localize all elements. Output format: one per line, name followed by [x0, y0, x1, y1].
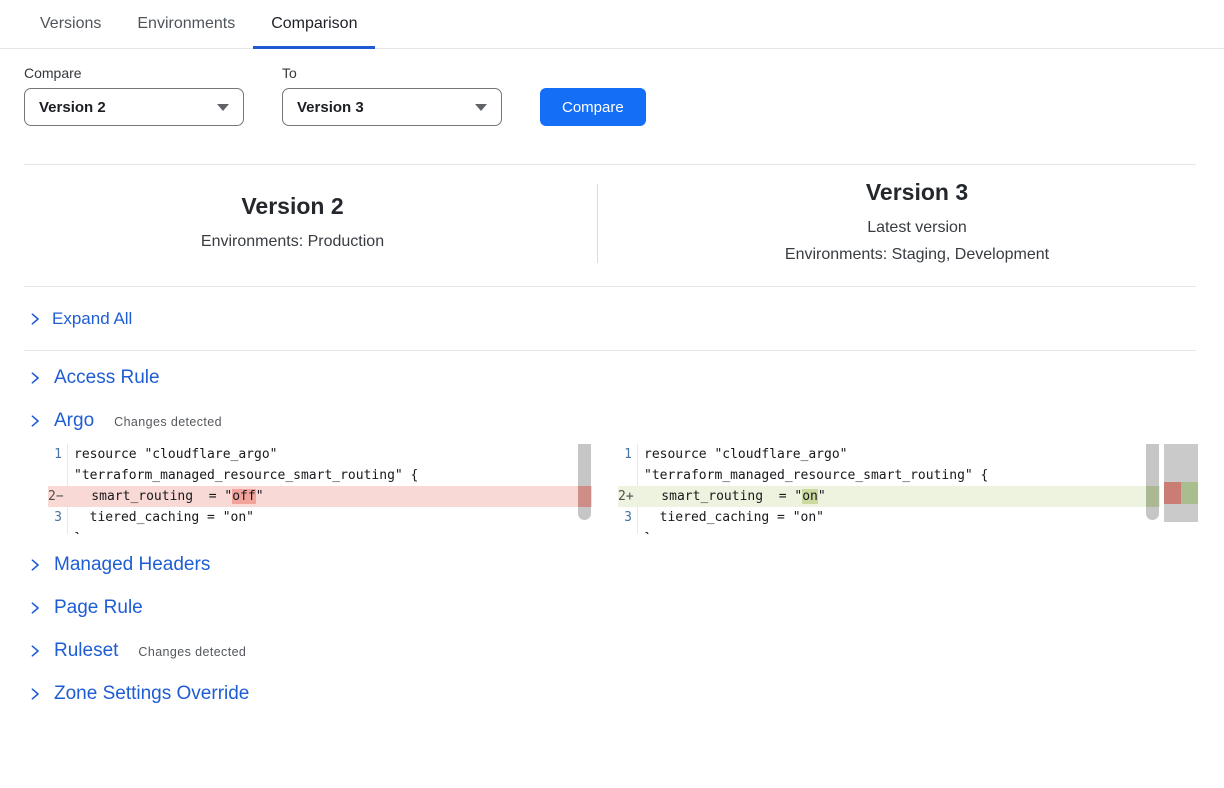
- diff-panel-left[interactable]: 1resource "cloudflare_argo""terraform_ma…: [48, 444, 592, 534]
- chevron-right-icon: [28, 414, 42, 428]
- scrollbar-left[interactable]: [577, 444, 592, 534]
- compare-form: Compare Version 2 To Version 3 Compare: [0, 49, 1224, 126]
- added-line-mark: [1146, 486, 1159, 507]
- chevron-right-icon: [28, 312, 42, 326]
- section-label: Ruleset: [54, 640, 118, 662]
- section-label: Access Rule: [54, 367, 160, 389]
- diff-minimap[interactable]: [1164, 444, 1198, 522]
- diff-line: "terraform_managed_resource_smart_routin…: [48, 465, 592, 486]
- expand-all-row: Expand All: [0, 287, 1224, 350]
- tab-bar: Versions Environments Comparison: [0, 0, 1224, 49]
- diff-line: "terraform_managed_resource_smart_routin…: [618, 465, 1160, 486]
- section-label: Managed Headers: [54, 554, 210, 576]
- section-label: Zone Settings Override: [54, 683, 249, 705]
- diff-panel-right[interactable]: 1resource "cloudflare_argo""terraform_ma…: [618, 444, 1160, 534]
- line-number: 1: [618, 444, 638, 465]
- section-row-argo[interactable]: Argo Changes detected: [28, 410, 1224, 432]
- section-row-zone-settings-override[interactable]: Zone Settings Override: [28, 683, 1224, 705]
- vertical-divider: [597, 184, 598, 263]
- chevron-down-icon: [475, 104, 487, 111]
- changed-token: off: [232, 489, 255, 504]
- compare-button[interactable]: Compare: [540, 88, 646, 126]
- section-label: Page Rule: [54, 597, 143, 619]
- tab-environments[interactable]: Environments: [119, 0, 253, 49]
- select-value: Version 3: [297, 99, 364, 116]
- code-text: resource "cloudflare_argo": [68, 444, 278, 465]
- chevron-right-icon: [28, 687, 42, 701]
- tab-comparison[interactable]: Comparison: [253, 0, 375, 49]
- scrollbar-right[interactable]: [1145, 444, 1160, 534]
- version-headers: Version 2 Environments: Production Versi…: [0, 165, 1224, 286]
- code-text: tiered_caching = "on": [68, 507, 254, 528]
- line-number: [48, 528, 68, 534]
- minimap-removed-mark: [1164, 482, 1181, 504]
- changes-detected-badge: Changes detected: [114, 415, 222, 429]
- chevron-right-icon: [28, 558, 42, 572]
- comparison-page: Versions Environments Comparison Compare…: [0, 0, 1224, 705]
- section-row-access-rule[interactable]: Access Rule: [28, 367, 1224, 389]
- version-left-environments: Environments: Production: [0, 228, 585, 255]
- code-text: "terraform_managed_resource_smart_routin…: [68, 465, 418, 486]
- compare-to-field: To Version 3: [282, 65, 502, 126]
- chevron-right-icon: [28, 644, 42, 658]
- version-right-subtitle: Latest version: [610, 214, 1224, 241]
- line-number: 2−: [48, 486, 70, 507]
- argo-diff: 1resource "cloudflare_argo""terraform_ma…: [48, 444, 1224, 534]
- diff-line: 1resource "cloudflare_argo": [618, 444, 1160, 465]
- version-left-title: Version 2: [0, 193, 585, 220]
- line-number: 2+: [618, 486, 640, 507]
- scrollbar-thumb[interactable]: [578, 444, 591, 520]
- section-row-managed-headers[interactable]: Managed Headers: [28, 554, 1224, 576]
- section-row-page-rule[interactable]: Page Rule: [28, 597, 1224, 619]
- select-value: Version 2: [39, 99, 106, 116]
- line-number: [48, 465, 68, 486]
- compare-from-select[interactable]: Version 2: [24, 88, 244, 126]
- tab-versions[interactable]: Versions: [22, 0, 119, 49]
- code-text: smart_routing = "on": [640, 486, 826, 507]
- diff-line: }: [48, 528, 592, 534]
- code-text: resource "cloudflare_argo": [638, 444, 848, 465]
- line-number: [618, 528, 638, 534]
- line-number: [618, 465, 638, 486]
- code-text: }: [68, 528, 82, 534]
- expand-all-link[interactable]: Expand All: [52, 309, 132, 329]
- diff-line: 3 tiered_caching = "on": [618, 507, 1160, 528]
- code-text: tiered_caching = "on": [638, 507, 824, 528]
- chevron-right-icon: [28, 371, 42, 385]
- diff-line: 2− smart_routing = "off": [48, 486, 592, 507]
- diff-line: }: [618, 528, 1160, 534]
- version-right-title: Version 3: [610, 179, 1224, 206]
- scrollbar-thumb[interactable]: [1146, 444, 1159, 520]
- compare-label: Compare: [24, 65, 244, 81]
- resource-sections: Access Rule Argo Changes detected 1resou…: [0, 351, 1224, 705]
- code-text: smart_routing = "off": [70, 486, 264, 507]
- line-number: 3: [48, 507, 68, 528]
- line-number: 1: [48, 444, 68, 465]
- diff-line: 3 tiered_caching = "on": [48, 507, 592, 528]
- to-label: To: [282, 65, 502, 81]
- version-right-header: Version 3 Latest version Environments: S…: [610, 179, 1224, 268]
- chevron-down-icon: [217, 104, 229, 111]
- minimap-added-mark: [1181, 482, 1198, 504]
- version-left-header: Version 2 Environments: Production: [0, 179, 585, 268]
- section-row-ruleset[interactable]: Ruleset Changes detected: [28, 640, 1224, 662]
- chevron-right-icon: [28, 601, 42, 615]
- line-number: 3: [618, 507, 638, 528]
- section-label: Argo: [54, 410, 94, 432]
- code-text: }: [638, 528, 652, 534]
- diff-line: 2+ smart_routing = "on": [618, 486, 1160, 507]
- compare-to-select[interactable]: Version 3: [282, 88, 502, 126]
- changes-detected-badge: Changes detected: [138, 645, 246, 659]
- compare-from-field: Compare Version 2: [24, 65, 244, 126]
- code-text: "terraform_managed_resource_smart_routin…: [638, 465, 988, 486]
- code-lines: 1resource "cloudflare_argo""terraform_ma…: [618, 444, 1160, 534]
- code-lines: 1resource "cloudflare_argo""terraform_ma…: [48, 444, 592, 534]
- changed-token: on: [802, 489, 818, 504]
- removed-line-mark: [578, 486, 591, 507]
- diff-line: 1resource "cloudflare_argo": [48, 444, 592, 465]
- version-right-environments: Environments: Staging, Development: [610, 241, 1224, 268]
